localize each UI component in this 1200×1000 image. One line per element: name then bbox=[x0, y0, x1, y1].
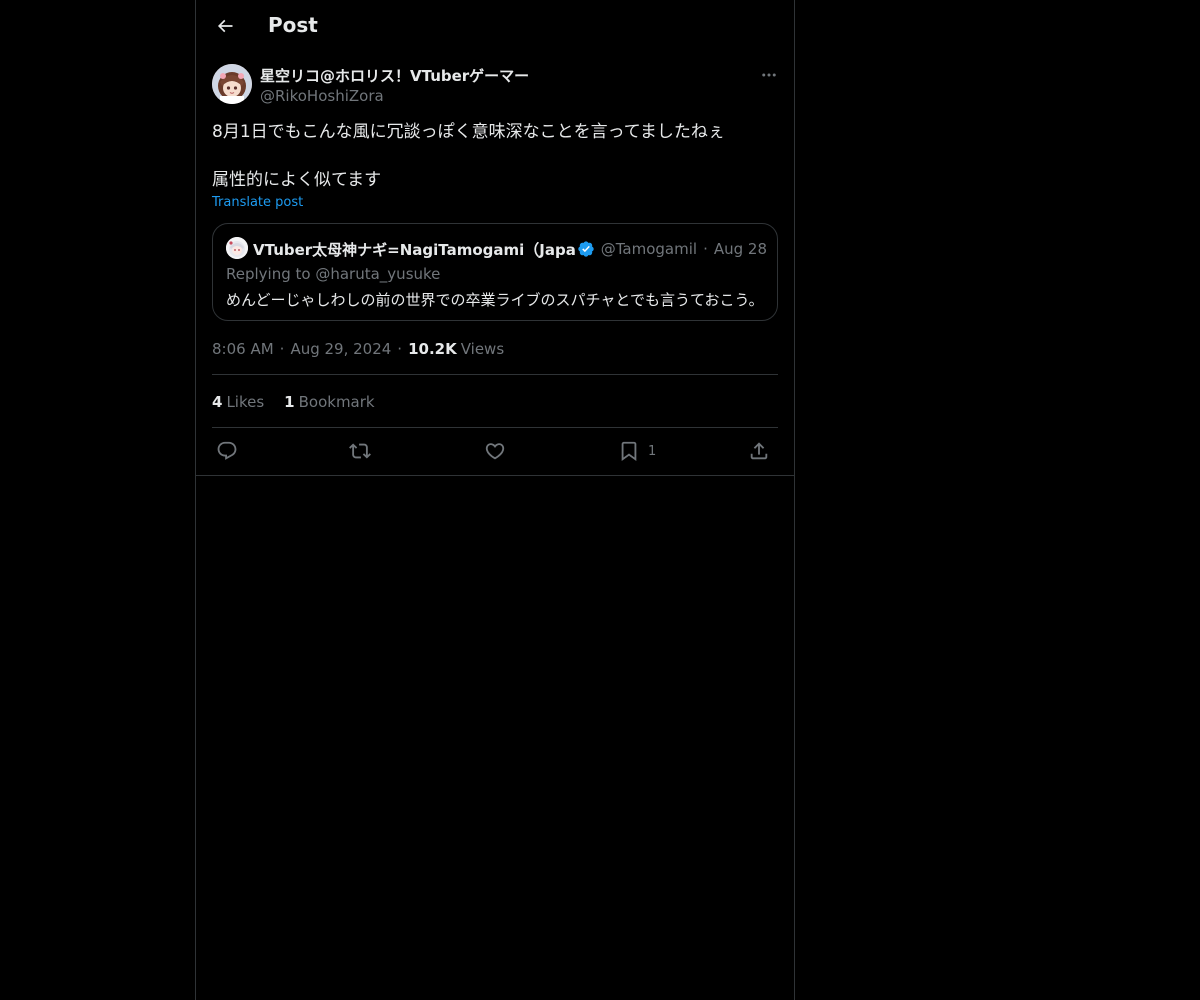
author-name[interactable]: 星空リコ@ホロリス！VTuberゲーマー bbox=[260, 65, 529, 86]
avatar-image bbox=[212, 64, 252, 104]
quoted-post[interactable]: VTuber太母神ナギ=NagiTamogami（Japanese @Tamog… bbox=[212, 223, 778, 321]
quote-date[interactable]: Aug 28 bbox=[714, 240, 767, 258]
separator-dot: · bbox=[397, 340, 403, 358]
quote-header: VTuber太母神ナギ=NagiTamogami（Japanese @Tamog… bbox=[253, 238, 767, 260]
separator-dot: · bbox=[279, 340, 285, 358]
primary-column: Post 星空リコ@ホロリス！VTuberゲーマー @RikoHoshiZora… bbox=[195, 0, 795, 1000]
separator-dot: · bbox=[703, 240, 708, 258]
divider bbox=[212, 427, 778, 428]
author-avatar[interactable] bbox=[212, 64, 252, 104]
back-button[interactable] bbox=[208, 9, 242, 43]
quote-text: めんどーじゃしわしの前の世界での卒業ライブのスパチャとでも言うておこう。 bbox=[226, 291, 764, 309]
repost-button[interactable] bbox=[349, 436, 371, 466]
translate-post-link[interactable]: Translate post bbox=[212, 195, 303, 210]
replying-prefix: Replying to bbox=[226, 265, 311, 283]
likes-label: Likes bbox=[226, 393, 265, 411]
quote-avatar-image bbox=[226, 237, 248, 259]
post-meta: 8:06 AM · Aug 29, 2024 · 10.2K Views bbox=[212, 339, 504, 359]
repost-icon bbox=[349, 443, 371, 459]
more-horizontal-icon bbox=[762, 73, 776, 77]
bookmark-button[interactable]: 1 bbox=[618, 436, 656, 466]
divider bbox=[212, 374, 778, 375]
post-actions: 1 bbox=[212, 436, 778, 466]
quote-author-handle[interactable]: @Tamogamil bbox=[601, 240, 697, 258]
views-count: 10.2K bbox=[408, 340, 457, 358]
bookmarks-label: Bookmark bbox=[298, 393, 375, 411]
quote-replying-to: Replying to @haruta_yusuke bbox=[226, 265, 440, 283]
replying-mention[interactable]: @haruta_yusuke bbox=[315, 265, 440, 283]
arrow-left-icon bbox=[217, 19, 233, 33]
post-time[interactable]: 8:06 AM bbox=[212, 340, 274, 358]
post-stats: 4 Likes 1 Bookmark bbox=[212, 392, 395, 412]
page-title: Post bbox=[268, 13, 318, 37]
quote-author-name[interactable]: VTuber太母神ナギ=NagiTamogami（Japanese bbox=[253, 239, 575, 260]
post-text: 8月1日でもこんな風に冗談っぽく意味深なことを言ってましたねぇ 属性的によく似て… bbox=[212, 120, 778, 192]
heart-icon bbox=[485, 443, 505, 460]
reply-icon bbox=[217, 441, 237, 460]
post-date[interactable]: Aug 29, 2024 bbox=[290, 340, 391, 358]
quote-author-avatar[interactable] bbox=[226, 237, 248, 259]
bookmark-icon bbox=[621, 441, 637, 462]
likes-stat[interactable]: 4 Likes bbox=[212, 393, 264, 411]
bookmark-count: 1 bbox=[648, 443, 657, 459]
post-text-line: 8月1日でもこんな風に冗談っぽく意味深なことを言ってましたねぇ bbox=[212, 122, 725, 142]
verified-badge-icon bbox=[577, 240, 595, 258]
share-button[interactable] bbox=[748, 436, 770, 466]
bookmarks-count: 1 bbox=[284, 393, 295, 411]
like-button[interactable] bbox=[484, 436, 506, 466]
more-options-button[interactable] bbox=[756, 62, 782, 88]
views-label: Views bbox=[460, 340, 505, 358]
page-header: Post bbox=[196, 0, 794, 54]
bookmarks-stat[interactable]: 1 Bookmark bbox=[284, 393, 374, 411]
post-bottom-border bbox=[196, 475, 794, 476]
author-handle[interactable]: @RikoHoshiZora bbox=[260, 87, 384, 105]
share-icon bbox=[750, 442, 768, 460]
reply-button[interactable] bbox=[216, 436, 238, 466]
likes-count: 4 bbox=[212, 393, 223, 411]
post-text-line: 属性的によく似てます bbox=[212, 170, 382, 190]
